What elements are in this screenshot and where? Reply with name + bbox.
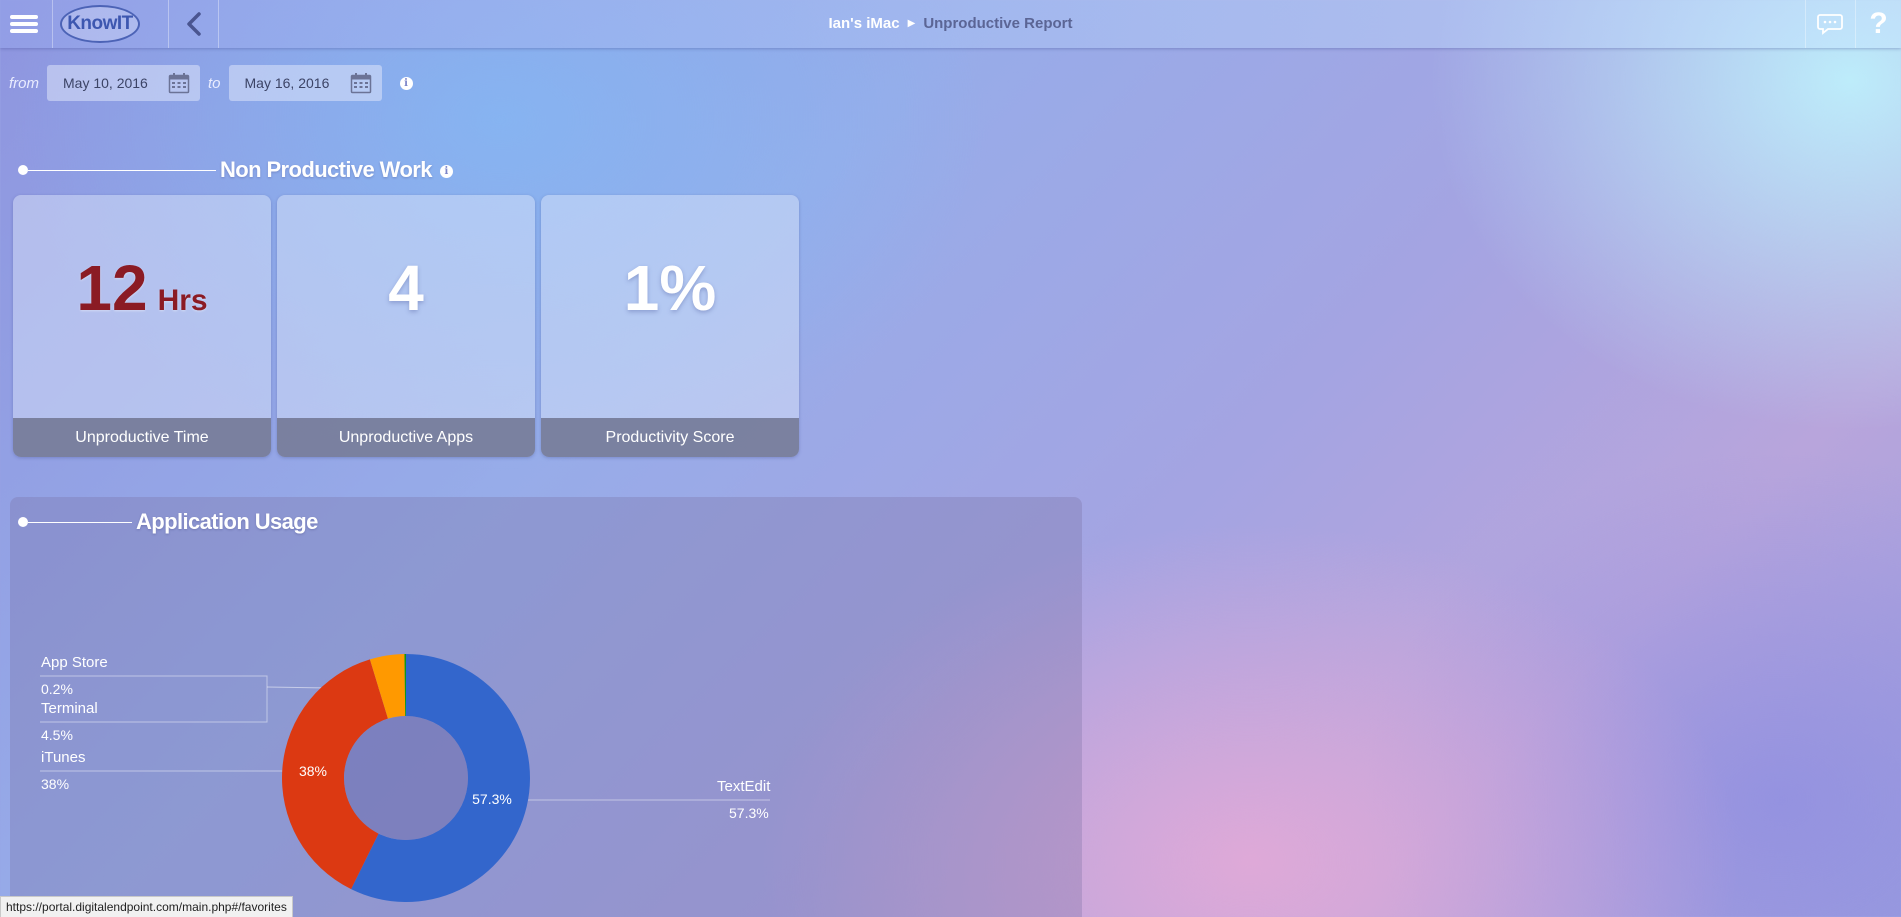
slice-label-itunes: 38%: [299, 763, 327, 779]
legend-textedit[interactable]: TextEdit: [717, 778, 770, 795]
donut-hole: [344, 716, 468, 840]
legend-terminal[interactable]: Terminal: [41, 700, 98, 717]
legend-itunes[interactable]: iTunes: [41, 749, 85, 766]
legend-itunes-pct: 38%: [41, 776, 70, 792]
application-usage-chart: 38% 57.3%: [40, 654, 770, 902]
slice-label-textedit: 57.3%: [472, 791, 512, 807]
legend-app-store-pct: 0.2%: [41, 681, 73, 697]
legend-app-store[interactable]: App Store: [41, 654, 108, 671]
legend-textedit-pct: 57.3%: [729, 805, 769, 821]
status-url: https://portal.digitalendpoint.com/main.…: [0, 896, 293, 917]
legend-terminal-pct: 4.5%: [41, 727, 73, 743]
